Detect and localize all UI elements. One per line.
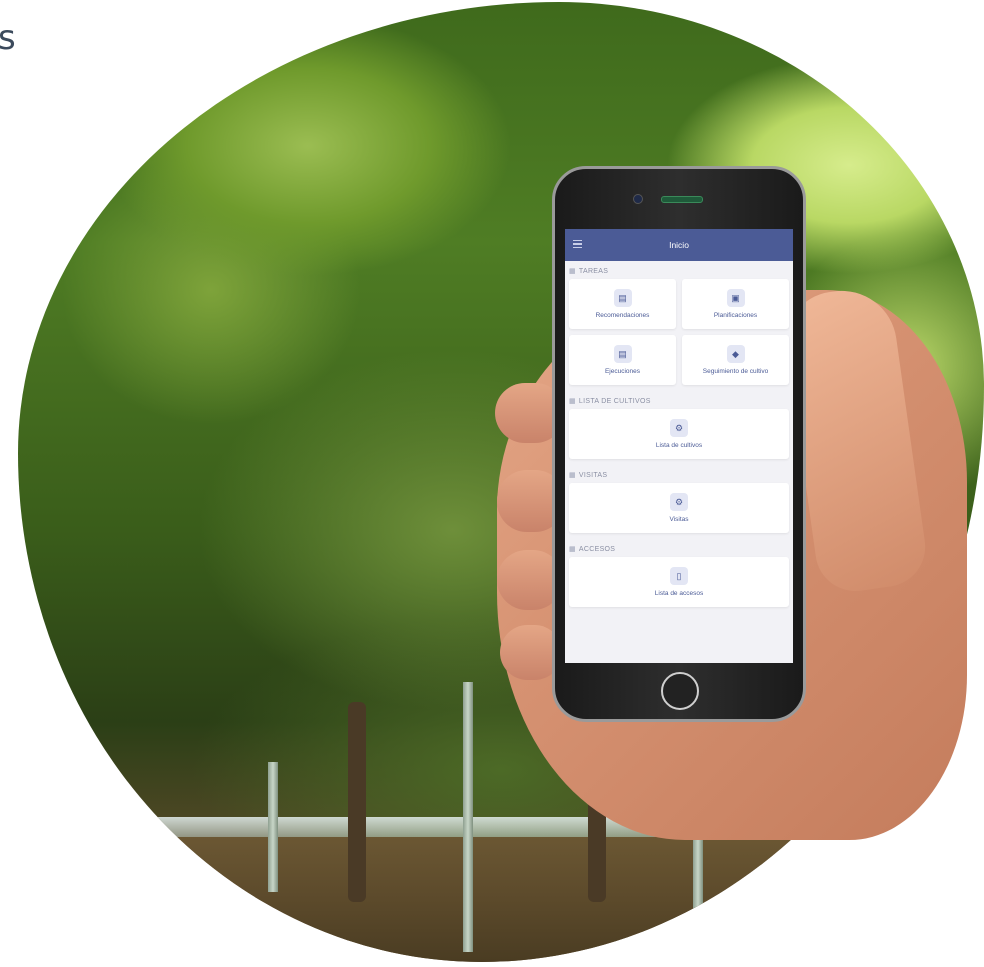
tile-seguimiento-de-cultivo[interactable]: ◆ Seguimiento de cultivo: [682, 335, 789, 385]
tile-label: Lista de cultivos: [655, 442, 703, 449]
phone: Inicio ▦ TAREAS ▤ Recomendaciones ▣ Plan…: [552, 166, 806, 722]
book-icon: ▣: [726, 289, 745, 307]
trellis-post: [463, 682, 473, 952]
section-title: TAREAS: [578, 267, 609, 275]
tile-label: Planificaciones: [713, 312, 758, 319]
tile-planificaciones[interactable]: ▣ Planificaciones: [682, 279, 789, 329]
id-card-icon: ▯: [670, 567, 688, 585]
tile-label: Visitas: [669, 516, 689, 523]
ground: [18, 837, 984, 962]
layers-icon: ◆: [726, 345, 745, 363]
section-title: ACCESOS: [578, 545, 616, 553]
app-bar: Inicio: [565, 229, 793, 261]
tile-ejecuciones[interactable]: ▤ Ejecuciones: [569, 335, 676, 385]
tile-label: Recomendaciones: [595, 312, 650, 319]
section-header-visitas: ▦ VISITAS: [565, 465, 793, 483]
tile-visitas[interactable]: ⚙ Visitas: [569, 483, 789, 533]
vine-trunk: [348, 702, 366, 902]
gear-icon: ⚙: [670, 419, 688, 437]
grid-icon: ▦: [569, 268, 576, 275]
speaker: [661, 196, 703, 203]
hamburger-menu-icon[interactable]: [573, 240, 582, 248]
tile-lista-de-cultivos[interactable]: ⚙ Lista de cultivos: [569, 409, 789, 459]
tile-lista-de-accesos[interactable]: ▯ Lista de accesos: [569, 557, 789, 607]
partial-heading-text: s: [0, 18, 16, 58]
section-title: LISTA DE CULTIVOS: [578, 397, 651, 405]
tile-label: Seguimiento de cultivo: [702, 368, 769, 375]
clipboard-icon: ▤: [613, 289, 632, 307]
page-title: Inicio: [669, 240, 689, 250]
list-icon: ▤: [613, 345, 632, 363]
grid-icon: ▦: [569, 472, 576, 479]
grid-icon: ▦: [569, 398, 576, 405]
section-header-accesos: ▦ ACCESOS: [565, 539, 793, 557]
tile-label: Lista de accesos: [654, 590, 704, 597]
grid-icon: ▦: [569, 546, 576, 553]
home-button[interactable]: [661, 672, 699, 710]
trellis-post: [268, 762, 278, 892]
section-header-lista-de-cultivos: ▦ LISTA DE CULTIVOS: [565, 391, 793, 409]
camera-icon: [633, 194, 643, 204]
gear-icon: ⚙: [670, 493, 688, 511]
app-screen: Inicio ▦ TAREAS ▤ Recomendaciones ▣ Plan…: [565, 229, 793, 663]
tile-label: Ejecuciones: [604, 368, 641, 375]
section-title: VISITAS: [578, 471, 608, 479]
tile-recomendaciones[interactable]: ▤ Recomendaciones: [569, 279, 676, 329]
section-header-tareas: ▦ TAREAS: [565, 261, 793, 279]
